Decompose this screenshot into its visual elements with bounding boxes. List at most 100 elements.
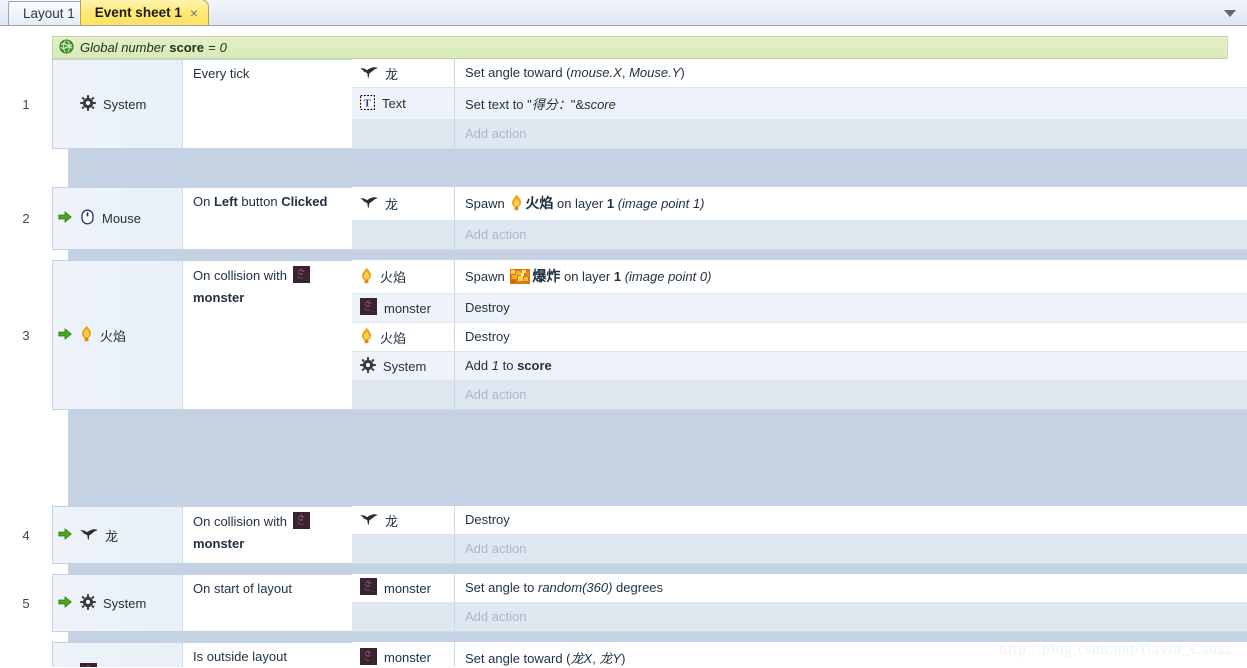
add-action-label[interactable]: Add action bbox=[455, 381, 526, 409]
condition-object-name: System bbox=[103, 595, 147, 611]
condition-object[interactable]: Mouse bbox=[53, 188, 183, 249]
action-object[interactable]: 龙 bbox=[352, 506, 455, 534]
condition-emphasis: Clicked bbox=[281, 194, 328, 209]
action-row[interactable]: 火焰 Destroy bbox=[352, 323, 1247, 352]
condition-text[interactable]: Every tick bbox=[183, 60, 352, 148]
monster-sprite-icon bbox=[80, 662, 97, 667]
condition-object[interactable]: 龙 bbox=[53, 507, 183, 563]
action-text[interactable]: Set text to "得分："&score bbox=[455, 88, 1247, 119]
event-block-footer bbox=[68, 250, 1247, 260]
event-condition[interactable]: 火焰 On collision with monster bbox=[52, 260, 352, 410]
action-text[interactable]: Add 1 to score bbox=[455, 352, 1247, 380]
spawn-object-name: 爆炸 bbox=[532, 268, 561, 284]
spawn-layer-number: 1 bbox=[606, 196, 615, 211]
action-object[interactable]: 龙 bbox=[352, 59, 455, 87]
system-gear-icon bbox=[360, 356, 376, 376]
system-gear-icon bbox=[80, 593, 96, 613]
dragon-icon bbox=[360, 65, 378, 82]
event-condition[interactable]: monster Is outside layout bbox=[52, 642, 352, 667]
tab-label: Event sheet 1 bbox=[94, 5, 182, 20]
event-condition[interactable]: 龙 On collision with monster bbox=[52, 506, 352, 564]
action-object[interactable]: 龙 bbox=[352, 187, 455, 220]
condition-object[interactable]: System bbox=[53, 60, 183, 148]
add-action-row[interactable]: Add action bbox=[352, 603, 1247, 632]
action-text[interactable]: Destroy bbox=[455, 323, 1247, 351]
event-block[interactable]: 2 Mouse On Left button Clicked 龙 Spawn 火焰 on… bbox=[0, 187, 1247, 260]
add-action-row[interactable]: Add action bbox=[352, 221, 1247, 250]
action-object[interactable]: monster bbox=[352, 574, 455, 602]
tab-layout-1[interactable]: Layout 1 bbox=[8, 1, 88, 25]
add-action-row[interactable]: Add action bbox=[352, 535, 1247, 564]
event-condition[interactable]: Mouse On Left button Clicked bbox=[52, 187, 352, 250]
action-param: Mouse.Y bbox=[629, 65, 681, 80]
action-object[interactable]: monster bbox=[352, 642, 455, 667]
action-object[interactable]: T Text bbox=[352, 88, 455, 119]
action-object-name: System bbox=[383, 358, 427, 374]
add-action-object-slot bbox=[352, 535, 455, 563]
event-block[interactable]: 1 System Every tick 龙 Set angle toward (mous… bbox=[0, 59, 1247, 187]
close-icon[interactable]: × bbox=[188, 6, 200, 20]
action-text[interactable]: Spawn 爆炸 on layer 1 (image point 0) bbox=[455, 260, 1247, 293]
add-action-row[interactable]: Add action bbox=[352, 120, 1247, 149]
condition-object-name: System bbox=[103, 96, 147, 112]
action-param: 1 bbox=[491, 358, 499, 373]
event-list: Global number score = 0 1 System Every tic… bbox=[0, 26, 1247, 667]
action-row[interactable]: 火焰 Spawn 爆炸 on layer 1 (image point 0) bbox=[352, 260, 1247, 294]
action-row[interactable]: T Text Set text to "得分："&score bbox=[352, 88, 1247, 120]
action-text[interactable]: Spawn 火焰 on layer 1 (image point 1) bbox=[455, 187, 1247, 220]
condition-object[interactable]: monster bbox=[53, 643, 183, 667]
action-object[interactable]: monster bbox=[352, 294, 455, 322]
condition-emphasis: Left bbox=[213, 194, 238, 209]
condition-text[interactable]: Is outside layout bbox=[183, 643, 352, 667]
event-block[interactable]: 3 火焰 On collision with monster 火焰 Spawn 爆炸 o… bbox=[0, 260, 1247, 506]
condition-text[interactable]: On collision with monster bbox=[183, 261, 352, 409]
add-action-row[interactable]: Add action bbox=[352, 381, 1247, 410]
chevron-down-icon[interactable] bbox=[1219, 4, 1241, 22]
action-object[interactable]: 火焰 bbox=[352, 260, 455, 293]
watermark-text: http://blog.csdn.net/David_Caozz bbox=[999, 642, 1233, 658]
action-row[interactable]: System Add 1 to score bbox=[352, 352, 1247, 381]
action-text[interactable]: Set angle toward (mouse.X, Mouse.Y) bbox=[455, 59, 1247, 87]
action-param: mouse.X bbox=[570, 65, 622, 80]
action-object[interactable]: 火焰 bbox=[352, 323, 455, 351]
event-condition[interactable]: System On start of layout bbox=[52, 574, 352, 632]
mouse-icon bbox=[80, 209, 95, 228]
condition-text[interactable]: On start of layout bbox=[183, 575, 352, 631]
add-action-label[interactable]: Add action bbox=[455, 120, 526, 148]
event-row-number: 3 bbox=[0, 260, 52, 410]
action-object[interactable]: System bbox=[352, 352, 455, 380]
condition-text[interactable]: On collision with monster bbox=[183, 507, 352, 563]
add-action-object-slot bbox=[352, 120, 455, 148]
action-object-name: 龙 bbox=[385, 197, 399, 212]
add-action-label[interactable]: Add action bbox=[455, 603, 526, 631]
add-action-label[interactable]: Add action bbox=[455, 535, 526, 563]
monster-sprite-icon bbox=[360, 298, 377, 318]
add-action-label[interactable]: Add action bbox=[455, 221, 526, 249]
condition-text[interactable]: On Left button Clicked bbox=[183, 188, 352, 249]
condition-object-name: monster bbox=[104, 665, 151, 667]
event-condition[interactable]: System Every tick bbox=[52, 59, 352, 149]
action-row[interactable]: 龙 Set angle toward (mouse.X, Mouse.Y) bbox=[352, 59, 1247, 88]
action-param: score bbox=[584, 97, 616, 112]
condition-object[interactable]: System bbox=[53, 575, 183, 631]
action-object-name: Text bbox=[382, 96, 406, 111]
tab-event-sheet-1[interactable]: Event sheet 1 × bbox=[79, 0, 210, 25]
flame-sprite-icon bbox=[360, 327, 373, 347]
condition-object-ref: monster bbox=[193, 535, 245, 551]
action-text[interactable]: Set angle to random(360) degrees bbox=[455, 574, 1247, 602]
global-variable-row[interactable]: Global number score = 0 bbox=[52, 36, 1228, 59]
action-row[interactable]: 龙 Destroy bbox=[352, 506, 1247, 535]
condition-object[interactable]: 火焰 bbox=[53, 261, 183, 409]
action-object-name: 龙 bbox=[385, 66, 399, 82]
action-text[interactable]: Destroy bbox=[455, 506, 1247, 534]
action-row[interactable]: monster Set angle to random(360) degrees bbox=[352, 574, 1247, 603]
action-row[interactable]: monster Destroy bbox=[352, 294, 1247, 323]
event-block[interactable]: 5 System On start of layout monster Set angl… bbox=[0, 574, 1247, 642]
action-variable-ref: score bbox=[517, 358, 552, 373]
dragon-icon bbox=[80, 527, 98, 544]
action-object-name: monster bbox=[384, 300, 431, 316]
dragon-icon bbox=[360, 512, 378, 529]
action-text[interactable]: Destroy bbox=[455, 294, 1247, 322]
event-block[interactable]: 4 龙 On collision with monster 龙 Destroy Add a… bbox=[0, 506, 1247, 574]
action-row[interactable]: 龙 Spawn 火焰 on layer 1 (image point 1) bbox=[352, 187, 1247, 221]
